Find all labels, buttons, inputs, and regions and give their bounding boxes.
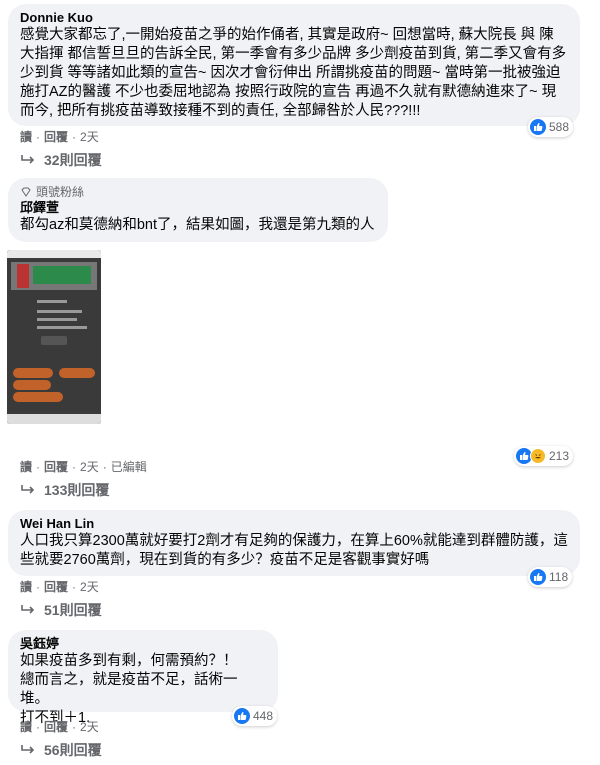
- replies-count: 133則回覆: [44, 482, 110, 498]
- reaction-count: 448: [253, 709, 274, 723]
- comment-actions: 讀 · 回覆 · 2天 · 已編輯: [20, 458, 147, 475]
- reaction-summary[interactable]: 448: [232, 706, 278, 726]
- comment-bubble: 吳鈺婷 如果疫苗多到有剩，何需預約？！ 總而言之，就是疫苗不足，話術一堆。 打不…: [8, 630, 278, 726]
- comment-actions: 讀 · 回覆 · 2天: [20, 718, 99, 735]
- comment-bubble: Wei Han Lin 人口我只算2300萬就好要打2劑才有足夠的保護力，在算上…: [8, 510, 580, 576]
- comment-text: 感覺大家都忘了,一開始疫苗之爭的始作俑者, 其實是政府~ 回想當時, 蘇大院長 …: [20, 27, 567, 119]
- read-action[interactable]: 讀: [20, 458, 32, 475]
- reaction-summary[interactable]: 118: [528, 567, 573, 587]
- comment-time[interactable]: 2天: [80, 718, 99, 735]
- reply-action[interactable]: 回覆: [44, 128, 68, 145]
- comment-bubble: Donnie Kuo 感覺大家都忘了,一開始疫苗之爭的始作俑者, 其實是政府~ …: [8, 4, 580, 126]
- comment-author[interactable]: Wei Han Lin: [20, 516, 568, 532]
- reply-action[interactable]: 回覆: [44, 578, 68, 595]
- comment-actions: 讀 · 回覆 · 2天: [20, 578, 99, 595]
- comment-text: 人口我只算2300萬就好要打2劑才有足夠的保護力，在算上60%就能達到群體防護，…: [20, 533, 568, 568]
- reaction-summary[interactable]: 588: [528, 117, 574, 137]
- reply-arrow-icon: [21, 155, 35, 164]
- reply-action[interactable]: 回覆: [44, 458, 68, 475]
- reaction-count: 118: [549, 570, 569, 584]
- comment-attached-image[interactable]: [7, 250, 101, 424]
- comment-author[interactable]: 吳鈺婷: [20, 636, 266, 652]
- view-replies[interactable]: 133則回覆: [20, 480, 109, 500]
- edited-label[interactable]: 已編輯: [111, 458, 147, 475]
- comment-time[interactable]: 2天: [80, 128, 99, 145]
- reply-arrow-icon: [21, 745, 35, 754]
- replies-count: 32則回覆: [44, 152, 102, 168]
- diamond-icon: [21, 187, 31, 197]
- top-fan-badge: 頭號粉絲: [20, 184, 376, 200]
- read-action[interactable]: 讀: [20, 578, 32, 595]
- like-icon: [530, 569, 546, 585]
- haha-icon: [530, 448, 546, 464]
- replies-count: 56則回覆: [44, 742, 102, 758]
- reaction-count: 588: [549, 120, 570, 134]
- reply-action[interactable]: 回覆: [44, 718, 68, 735]
- reaction-summary[interactable]: 213: [514, 446, 574, 466]
- read-action[interactable]: 讀: [20, 718, 32, 735]
- vaccine-registration-screenshot: [7, 250, 101, 424]
- comment-text: 都勾az和莫德納和bnt了，結果如圖，我還是第九類的人: [20, 217, 375, 233]
- comment-author[interactable]: 邱鐸萱: [20, 200, 376, 216]
- view-replies[interactable]: 56則回覆: [20, 740, 102, 760]
- comment-author[interactable]: Donnie Kuo: [20, 10, 568, 26]
- comment-actions: 讀 · 回覆 · 2天: [20, 128, 99, 145]
- reaction-count: 213: [549, 449, 570, 463]
- read-action[interactable]: 讀: [20, 128, 32, 145]
- like-icon: [530, 119, 546, 135]
- comment-time[interactable]: 2天: [80, 578, 99, 595]
- view-replies[interactable]: 32則回覆: [20, 150, 102, 170]
- reply-arrow-icon: [21, 605, 35, 614]
- like-icon: [234, 708, 250, 724]
- replies-count: 51則回覆: [44, 602, 102, 618]
- comment-time[interactable]: 2天: [80, 458, 99, 475]
- view-replies[interactable]: 51則回覆: [20, 600, 102, 620]
- comment-bubble: 頭號粉絲 邱鐸萱 都勾az和莫德納和bnt了，結果如圖，我還是第九類的人: [8, 178, 388, 242]
- comment-text: 如果疫苗多到有剩，何需預約？！ 總而言之，就是疫苗不足，話術一堆。 打不到＋1.: [20, 653, 238, 726]
- reply-arrow-icon: [21, 485, 35, 494]
